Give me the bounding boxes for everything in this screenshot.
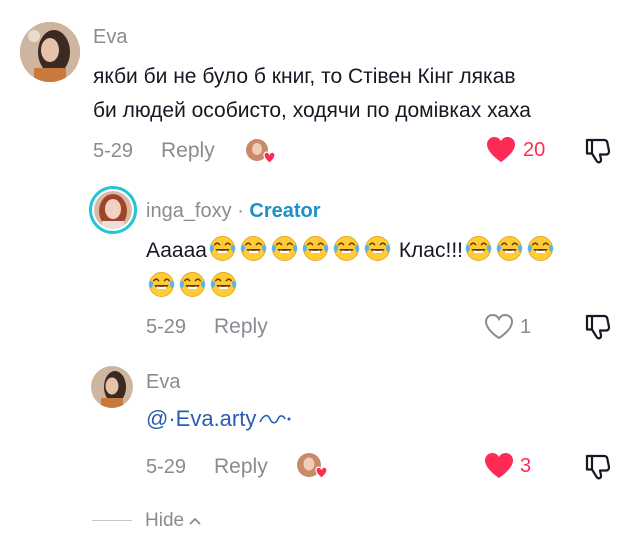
avatar-eva[interactable] — [20, 22, 80, 82]
tears-of-joy-emoji-icon — [496, 235, 523, 262]
reply-author[interactable]: inga_foxy — [146, 200, 232, 222]
emoji-run-3 — [146, 272, 239, 298]
avatar-inga-foxy[interactable] — [89, 186, 137, 234]
emoji-run-2 — [463, 236, 556, 262]
tears-of-joy-emoji-icon — [209, 235, 236, 262]
thumbs-down-icon[interactable] — [582, 312, 612, 347]
reply-button[interactable]: Reply — [214, 315, 268, 339]
tears-of-joy-emoji-icon — [271, 235, 298, 262]
like-heart-icon[interactable] — [484, 452, 514, 484]
creator-liked-icon — [245, 138, 276, 164]
like-heart-outline-icon[interactable] — [484, 313, 514, 345]
divider-line — [92, 520, 132, 521]
comment-author[interactable]: Eva — [93, 26, 127, 49]
comment-date: 5-29 — [93, 140, 134, 162]
tears-of-joy-emoji-icon — [148, 271, 175, 298]
tears-of-joy-emoji-icon — [364, 235, 391, 262]
tears-of-joy-emoji-icon — [333, 235, 360, 262]
author-separator: · — [237, 200, 244, 222]
avatar-eva[interactable] — [91, 366, 133, 408]
reply-text-middle: Клас!!! — [398, 239, 463, 262]
comment-text-line2: би людей особисто, ходячи по домівках ха… — [93, 99, 531, 122]
reply-date: 5-29 — [146, 456, 187, 478]
tears-of-joy-emoji-icon — [465, 235, 492, 262]
tears-of-joy-emoji-icon — [240, 235, 267, 262]
tears-of-joy-emoji-icon — [210, 271, 237, 298]
tears-of-joy-emoji-icon — [527, 235, 554, 262]
hide-replies-button[interactable]: Hide — [145, 510, 202, 532]
thumbs-down-icon[interactable] — [582, 452, 612, 487]
reply-button[interactable]: Reply — [161, 139, 215, 163]
hide-label: Hide — [145, 510, 185, 531]
reply-text-line2 — [146, 268, 239, 305]
mention-text: @·Eva.arty — [146, 406, 257, 431]
mention-link[interactable]: @·Eva.arty — [146, 406, 292, 434]
reply-author-line: inga_foxy · Creator — [146, 200, 321, 223]
reply-author[interactable]: Eva — [146, 371, 180, 394]
like-heart-icon[interactable] — [486, 136, 516, 168]
comment-text-line1: якби би не було б книг, то Стівен Кінг л… — [93, 65, 516, 88]
reply-button[interactable]: Reply — [214, 455, 268, 479]
tears-of-joy-emoji-icon — [179, 271, 206, 298]
like-count: 20 — [523, 139, 546, 161]
creator-liked-icon — [296, 452, 328, 479]
reply-text: Ааааа Клас!!! — [146, 232, 616, 269]
like-count: 3 — [520, 455, 532, 477]
chevron-up-icon — [188, 510, 202, 532]
tears-of-joy-emoji-icon — [302, 235, 329, 262]
reply-date: 5-29 — [146, 316, 187, 338]
reply-text-prefix: Ааааа — [146, 239, 207, 262]
thumbs-down-icon[interactable] — [582, 136, 612, 171]
emoji-run-1 — [207, 236, 393, 262]
wave-decoration-icon — [258, 408, 292, 434]
creator-badge: Creator — [249, 200, 321, 222]
like-count: 1 — [520, 316, 532, 338]
